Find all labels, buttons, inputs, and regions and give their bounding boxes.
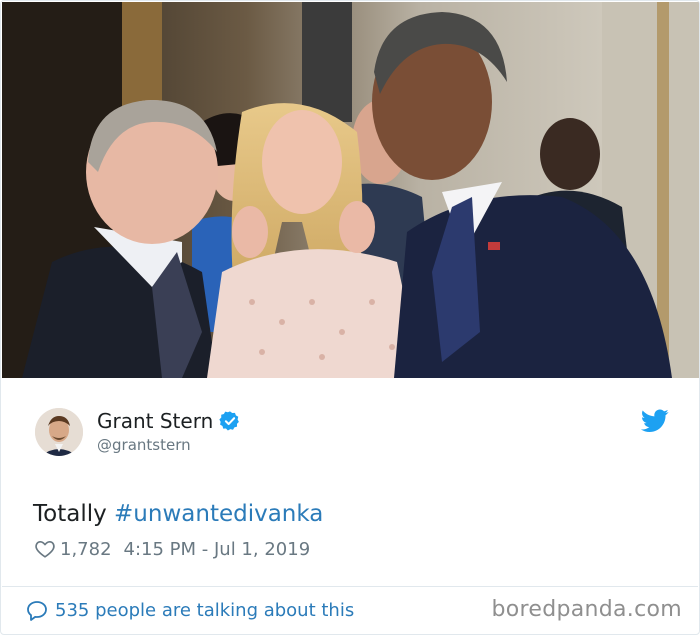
hashtag-link[interactable]: #unwantedivanka xyxy=(114,501,323,527)
tweet-timestamp[interactable]: 4:15 PM - Jul 1, 2019 xyxy=(124,539,311,560)
twitter-bird-icon[interactable] xyxy=(641,409,669,433)
conversation-link-text[interactable]: 535 people are talking about this xyxy=(55,599,354,623)
author-handle[interactable]: @grantstern xyxy=(97,435,191,455)
like-count[interactable]: 1,782 xyxy=(60,539,112,560)
speech-bubble-icon xyxy=(27,601,47,621)
boredpanda-watermark: boredpanda.com xyxy=(491,597,682,622)
tweet-photo[interactable] xyxy=(2,2,699,378)
tweet-meta: 1,782 4:15 PM - Jul 1, 2019 xyxy=(34,536,310,562)
author-avatar[interactable] xyxy=(35,408,83,456)
author-name-text[interactable]: Grant Stern xyxy=(97,408,213,434)
tweet-text-prefix: Totally xyxy=(33,501,115,527)
tweet-footer: 535 people are talking about this boredp… xyxy=(2,586,698,634)
heart-icon[interactable] xyxy=(34,538,56,560)
author-name[interactable]: Grant Stern xyxy=(97,408,241,434)
conversation-link[interactable]: 535 people are talking about this xyxy=(25,599,354,623)
tweet-card: Grant Stern @grantstern Totally #unwante… xyxy=(0,0,700,635)
verified-badge-icon xyxy=(219,411,240,431)
tweet-text: Totally #unwantedivanka xyxy=(33,498,323,530)
